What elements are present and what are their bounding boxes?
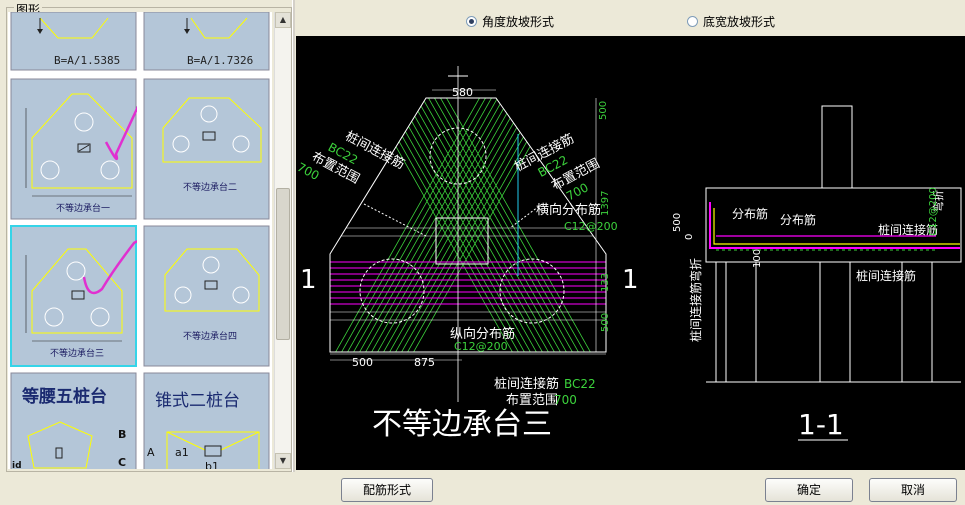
thumbnail-8-label: 锥式二桩台 [155,391,240,411]
thumbnail-4[interactable]: 不等边承台二 [143,78,270,220]
thumbnail-5[interactable]: 不等边承台三 [10,225,137,367]
svg-text:B: B [118,428,126,441]
plan-dim-500-right: 500 [598,101,609,120]
thumbnail-7[interactable]: 等腰五桩台 B C id [10,372,137,469]
section-dim-0: 0 [684,234,695,240]
thumbnail-2-formula: B=A/1.7326 [187,54,253,67]
thumbnail-list: B=A/1.5385 B=A/1.7326 不等边承台一 不等边承台二 不等边承… [8,12,272,469]
section-fenbu-2: 分布筋 [780,212,816,227]
panel-divider [292,0,295,472]
thumbnail-2[interactable]: B=A/1.7326 [143,12,270,72]
section-dim-100: 100 [752,249,763,268]
plan-section-mark-left: 1 [300,265,317,295]
scroll-up-button[interactable]: ▲ [275,12,291,28]
option-angle-label: 角度放坡形式 [482,15,555,29]
thumbnail-5-label: 不等边承台三 [50,347,104,359]
plan-dim-133: 133 [600,273,611,292]
plan-hengxiang-spacing: C12@200 [564,220,618,233]
svg-text:id: id [12,461,22,469]
plan-bottom-label-bc22: BC22 [564,377,596,391]
thumbnail-6-label: 不等边承台四 [183,330,237,342]
thumbnail-3[interactable]: 不等边承台一 [10,78,137,220]
svg-text:A: A [147,446,155,459]
drawing-canvas: 580 500 875 500 1397 133 500 1 1 桩间连接筋 B… [295,36,965,470]
thumbnail-1-formula: B=A/1.5385 [54,54,120,67]
thumbnail-6[interactable]: 不等边承台四 [143,225,270,367]
section-v-anchor: 桩间连接筋弯折 [688,258,703,342]
ok-button[interactable]: 确定 [765,478,853,502]
svg-text:b1: b1 [205,460,219,469]
option-width-label: 底宽放坡形式 [703,15,776,29]
plan-dim-top: 580 [452,86,473,99]
plan-zongxiang-spacing: C12@200 [454,340,508,353]
radio-width-icon[interactable] [687,16,698,27]
plan-bottom-label-1: 桩间连接筋 [494,376,559,392]
scroll-down-button[interactable]: ▼ [275,453,291,469]
rebar-form-button[interactable]: 配筋形式 [341,478,433,502]
drawing-svg: 580 500 875 500 1397 133 500 1 1 桩间连接筋 B… [295,66,962,442]
thumbnail-8[interactable]: 锥式二桩台 a1 b1 A [143,372,270,469]
section-spacing: C12@200 [928,187,939,236]
plan-dim-1397: 1397 [600,191,611,216]
section-fenbu-1: 分布筋 [732,206,768,221]
option-width[interactable]: 底宽放坡形式 [687,13,775,30]
plan-title: 不等边承台三 [372,407,552,442]
plan-section-mark-right: 1 [622,265,639,295]
thumbnail-4-label: 不等边承台二 [183,181,237,193]
plan-hengxiang-label: 横向分布筋 [536,202,601,218]
section-zhuangjian-mid: 桩间连接筋 [856,268,916,283]
thumbnail-7-label: 等腰五桩台 [22,386,107,407]
svg-text:C: C [118,456,126,469]
plan-dim-875: 875 [414,356,435,369]
cancel-button[interactable]: 取消 [869,478,957,502]
plan-bottom-label-700: 700 [554,393,577,407]
section-dim-500: 500 [672,213,683,232]
scroll-thumb[interactable] [276,188,290,340]
plan-dim-500-left: 500 [352,356,373,369]
shape-panel: 图形 B=A/1.5385 B=A/1.7326 不等边承台一 不等边承台二 不… [0,0,292,472]
section-title: 1-1 [798,408,844,441]
plan-bottom-label-2: 布置范围 [506,393,558,408]
thumbnail-3-label: 不等边承台一 [56,202,110,214]
thumbnail-1[interactable]: B=A/1.5385 [10,12,137,72]
option-angle[interactable]: 角度放坡形式 [466,13,554,30]
thumbnail-scrollbar[interactable]: ▲ ▼ [274,12,291,469]
radio-angle-icon[interactable] [466,16,477,27]
svg-text:a1: a1 [175,446,189,459]
plan-dim-500-bottom: 500 [600,313,611,332]
